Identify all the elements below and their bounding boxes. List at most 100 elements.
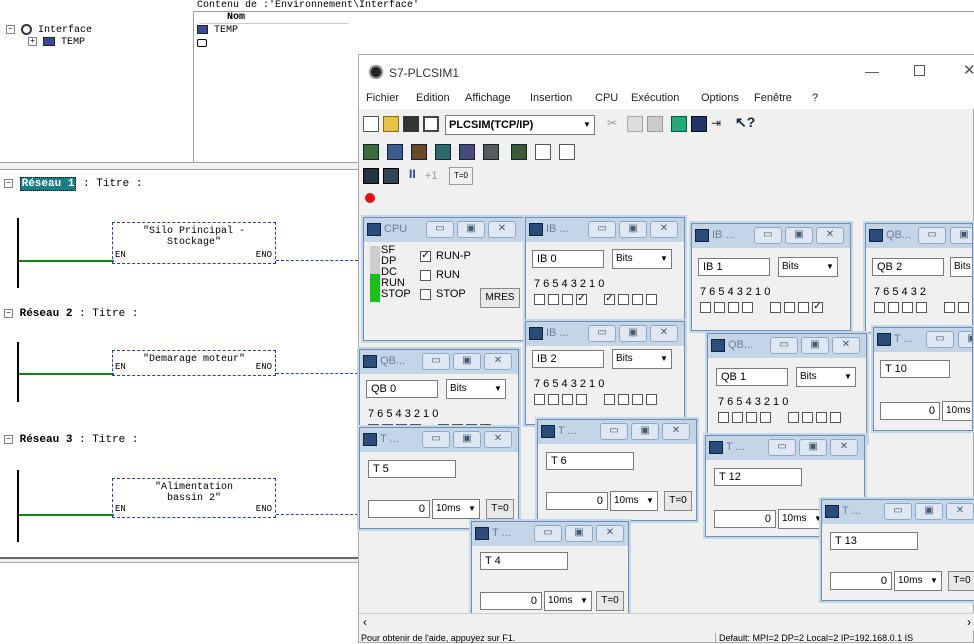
bit-checkbox[interactable] — [618, 394, 629, 405]
insert-mb-icon[interactable] — [411, 144, 427, 160]
minimize-button[interactable]: ▭ — [926, 331, 954, 348]
continuous-scan-icon[interactable] — [383, 168, 399, 184]
title-bar[interactable]: S7-PLCSIM1 — ✕ — [359, 55, 974, 89]
collapse-icon[interactable]: − — [4, 308, 13, 318]
save-icon[interactable] — [403, 116, 419, 132]
bit-checkbox[interactable] — [944, 302, 955, 313]
network-icon[interactable] — [671, 116, 687, 132]
bit-checkbox[interactable] — [548, 394, 559, 405]
minimize-button[interactable]: ▭ — [754, 227, 782, 244]
insert-ib-icon[interactable] — [363, 144, 379, 160]
timebase-dropdown[interactable]: 10ms ▼ — [894, 571, 942, 591]
menu-options[interactable]: Options — [701, 92, 739, 104]
bit-checkbox[interactable] — [798, 302, 809, 313]
format-dropdown[interactable]: Bits ▼ — [446, 379, 506, 399]
address-field[interactable]: T 4 — [480, 552, 568, 570]
address-field[interactable]: T 6 — [546, 452, 634, 470]
close-button[interactable]: ✕ — [816, 227, 844, 244]
bit-checkbox[interactable] — [632, 394, 643, 405]
bit-checkbox[interactable]: ✓ — [576, 294, 587, 305]
bit-checkbox[interactable] — [830, 412, 841, 423]
close-button[interactable]: ✕ — [484, 353, 512, 370]
interface-dropdown[interactable]: PLCSIM(TCP/IP) ▼ — [445, 115, 595, 135]
format-dropdown[interactable]: Bits ▼ — [612, 249, 672, 269]
close-button[interactable]: ✕ — [830, 439, 858, 456]
expand-icon[interactable]: + — [28, 37, 37, 46]
reset-button[interactable]: T=0 — [948, 571, 974, 591]
address-field[interactable]: T 12 — [714, 468, 802, 486]
t13-window[interactable]: T ... ▭ ▣ ✕ T 13 0 10ms ▼ T=0 — [821, 499, 974, 601]
maximize-button[interactable]: ▣ — [799, 439, 827, 456]
copy-icon[interactable] — [627, 116, 643, 132]
bit-checkbox[interactable] — [742, 302, 753, 313]
paste-icon[interactable] — [647, 116, 663, 132]
maximize-button[interactable]: ▣ — [453, 353, 481, 370]
ib1-window[interactable]: IB ... ▭ ▣ ✕ IB 1 Bits ▼ 7 6 5 4 3 2 1 0 ✓ — [691, 223, 851, 331]
minimize-button[interactable]: ▭ — [422, 431, 450, 448]
run-checkbox[interactable] — [420, 270, 431, 281]
timer-value[interactable]: 0 — [546, 492, 608, 510]
address-field[interactable]: IB 2 — [532, 350, 604, 368]
list-item-temp[interactable]: TEMP — [197, 25, 238, 36]
maximize-button[interactable]: ▣ — [631, 423, 659, 440]
insert-vertical-icon[interactable] — [511, 144, 527, 160]
bit-checkbox[interactable] — [534, 294, 545, 305]
minimize-button[interactable]: ▭ — [534, 525, 562, 542]
close-button[interactable]: ✕ — [650, 325, 678, 342]
scroll-right-icon[interactable]: › — [967, 615, 971, 629]
bit-checkbox[interactable] — [714, 302, 725, 313]
new-item-icon[interactable] — [197, 39, 207, 47]
close-button[interactable]: ✕ — [484, 431, 512, 448]
bit-checkbox[interactable] — [746, 412, 757, 423]
timebase-dropdown[interactable]: 10ms ▼ — [610, 491, 658, 511]
bit-checkbox[interactable] — [816, 412, 827, 423]
menu-fenetre[interactable]: Fenêtre — [754, 92, 792, 104]
qb1-window[interactable]: QB... ▭ ▣ ✕ QB 1 Bits ▼ 7 6 5 4 3 2 1 0 — [707, 333, 867, 443]
menu-affichage[interactable]: Affichage — [465, 92, 511, 104]
address-field[interactable]: QB 1 — [716, 368, 788, 386]
function-block-2[interactable]: "Demarage moteur" EN ENO — [112, 350, 276, 376]
maximize-button[interactable]: ▣ — [457, 221, 485, 238]
function-block-3[interactable]: "Alimentation bassin 2" EN ENO — [112, 478, 276, 518]
scroll-left-icon[interactable]: ‹ — [363, 615, 367, 629]
close-icon[interactable]: ✕ — [963, 61, 974, 79]
bit-checkbox[interactable] — [562, 294, 573, 305]
help-pointer-icon[interactable]: ↖? — [735, 114, 755, 130]
minimize-button[interactable]: ▭ — [768, 439, 796, 456]
print-icon[interactable] — [423, 116, 439, 132]
bit-checkbox[interactable] — [646, 394, 657, 405]
bit-checkbox[interactable] — [802, 412, 813, 423]
timer-value[interactable]: 0 — [368, 500, 430, 518]
minimize-button[interactable]: ▭ — [588, 221, 616, 238]
function-block-1[interactable]: "Silo Principal - Stockage" EN ENO — [112, 222, 276, 264]
step-button[interactable]: +1 — [425, 170, 438, 182]
reset-timers-button[interactable]: T=0 — [449, 167, 473, 185]
minimize-icon[interactable]: — — [865, 63, 879, 79]
insert-block-icon[interactable] — [559, 144, 575, 160]
close-button[interactable]: ✕ — [650, 221, 678, 238]
timebase-dropdown[interactable]: 10ms ▼ — [432, 499, 480, 519]
tree-item-temp[interactable]: + TEMP — [28, 37, 85, 49]
collapse-icon[interactable]: − — [4, 178, 13, 188]
insert-stack-icon[interactable] — [535, 144, 551, 160]
address-field[interactable]: T 10 — [880, 360, 950, 378]
run-p-checkbox[interactable]: ✓ — [420, 251, 431, 262]
t4-window[interactable]: T ... ▭ ▣ ✕ T 4 0 10ms ▼ T=0 — [471, 521, 629, 617]
maximize-button[interactable]: ▣ — [619, 325, 647, 342]
address-field[interactable]: IB 1 — [698, 258, 770, 276]
timer-value[interactable]: 0 — [830, 572, 892, 590]
maximize-button[interactable]: ▣ — [950, 227, 972, 244]
stop-checkbox[interactable] — [420, 289, 431, 300]
breakpoint-icon[interactable] — [365, 193, 375, 203]
bit-checkbox[interactable] — [788, 412, 799, 423]
bit-checkbox[interactable] — [728, 302, 739, 313]
address-field[interactable]: QB 2 — [872, 258, 944, 276]
insert-qb-icon[interactable] — [387, 144, 403, 160]
insert-counter-icon[interactable] — [435, 144, 451, 160]
bit-checkbox[interactable] — [534, 394, 545, 405]
bit-checkbox[interactable] — [784, 302, 795, 313]
menu-fichier[interactable]: Fichier — [366, 92, 399, 104]
bit-checkbox[interactable] — [562, 394, 573, 405]
bit-checkbox[interactable] — [874, 302, 885, 313]
insert-timer-icon[interactable] — [459, 144, 475, 160]
